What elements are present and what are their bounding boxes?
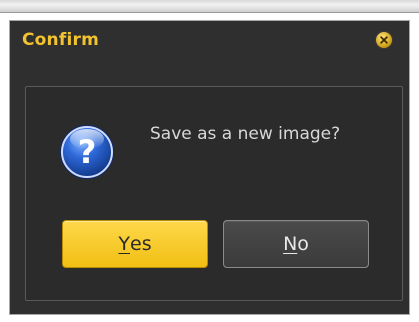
dialog-title: Confirm bbox=[22, 30, 99, 50]
close-icon[interactable] bbox=[376, 32, 392, 48]
svg-text:?: ? bbox=[78, 133, 97, 171]
yes-button-label: es bbox=[130, 233, 152, 255]
no-button[interactable]: No bbox=[223, 220, 369, 268]
no-button-label: o bbox=[297, 233, 309, 255]
window-top-edge bbox=[0, 0, 419, 13]
yes-button[interactable]: Yes bbox=[62, 220, 208, 268]
dialog-titlebar: Confirm bbox=[14, 26, 402, 56]
dialog-content-panel bbox=[25, 86, 403, 301]
yes-button-mnemonic: Y bbox=[118, 233, 130, 255]
question-icon: ? bbox=[57, 122, 117, 182]
no-button-mnemonic: N bbox=[283, 233, 298, 255]
dialog-message: Save as a new image? bbox=[150, 124, 341, 144]
